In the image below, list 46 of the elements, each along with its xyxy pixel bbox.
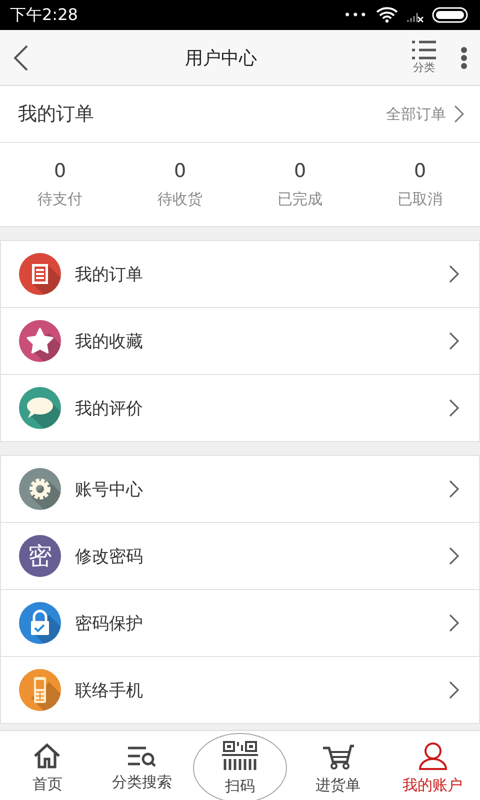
chevron-icon	[449, 547, 459, 565]
menu-row[interactable]: 我的订单	[1, 241, 479, 308]
notification-dots: •••	[344, 8, 368, 22]
qr-barcode-icon	[222, 740, 258, 770]
menu-label: 修改密码	[75, 546, 144, 568]
menu-row[interactable]: 我的评价	[1, 375, 479, 442]
chevron-icon	[449, 681, 459, 699]
list-icon	[411, 40, 437, 60]
order-status-button[interactable]: 0 已取消	[360, 143, 480, 226]
character-icon: 密	[19, 535, 61, 577]
menu-label: 密码保护	[75, 612, 144, 634]
menu-label: 我的订单	[75, 264, 144, 286]
menu-row[interactable]: 密码保护	[1, 590, 479, 657]
tab-bar-item[interactable]: 扫码	[192, 733, 287, 800]
page-title: 用户中心	[184, 46, 258, 70]
chevron-icon	[449, 399, 459, 417]
home-icon	[33, 742, 62, 768]
chevron-icon	[454, 105, 464, 123]
menu-label: 账号中心	[75, 478, 144, 500]
section-title: 我的订单	[18, 102, 95, 127]
more-menu-button[interactable]	[460, 46, 468, 70]
tab-bar-item[interactable]: 分类搜索	[98, 744, 186, 792]
category-button[interactable]: 分类	[404, 40, 444, 75]
menu-row[interactable]: 密 修改密码	[1, 523, 479, 590]
menu-label: 我的评价	[75, 398, 144, 420]
wifi-icon	[376, 7, 398, 23]
order-status-button[interactable]: 0 待收货	[120, 143, 240, 226]
order-status-button[interactable]: 0 已完成	[240, 143, 360, 226]
list-search-icon	[127, 744, 158, 766]
battery-icon	[432, 7, 470, 23]
menu-label: 联络手机	[75, 680, 144, 702]
status-time: 下午2:28	[10, 4, 79, 26]
tab-bar-item[interactable]: 进货单	[294, 742, 382, 794]
tab-bar-item[interactable]: 首页	[3, 742, 92, 794]
chevron-icon	[449, 614, 459, 632]
menu-row[interactable]: 联络手机	[1, 657, 479, 724]
chevron-icon	[449, 265, 459, 283]
chevron-icon	[449, 480, 459, 498]
tab-bar-item[interactable]: 我的账户	[388, 742, 477, 794]
order-status-button[interactable]: 0 待支付	[0, 143, 120, 226]
chevron-icon	[449, 332, 459, 350]
menu-row[interactable]: 我的收藏	[1, 308, 479, 375]
user-icon	[418, 742, 448, 770]
menu-label: 我的收藏	[75, 330, 144, 352]
all-orders-link[interactable]: 全部订单	[386, 104, 464, 124]
menu-row[interactable]: 账号中心	[1, 456, 479, 523]
